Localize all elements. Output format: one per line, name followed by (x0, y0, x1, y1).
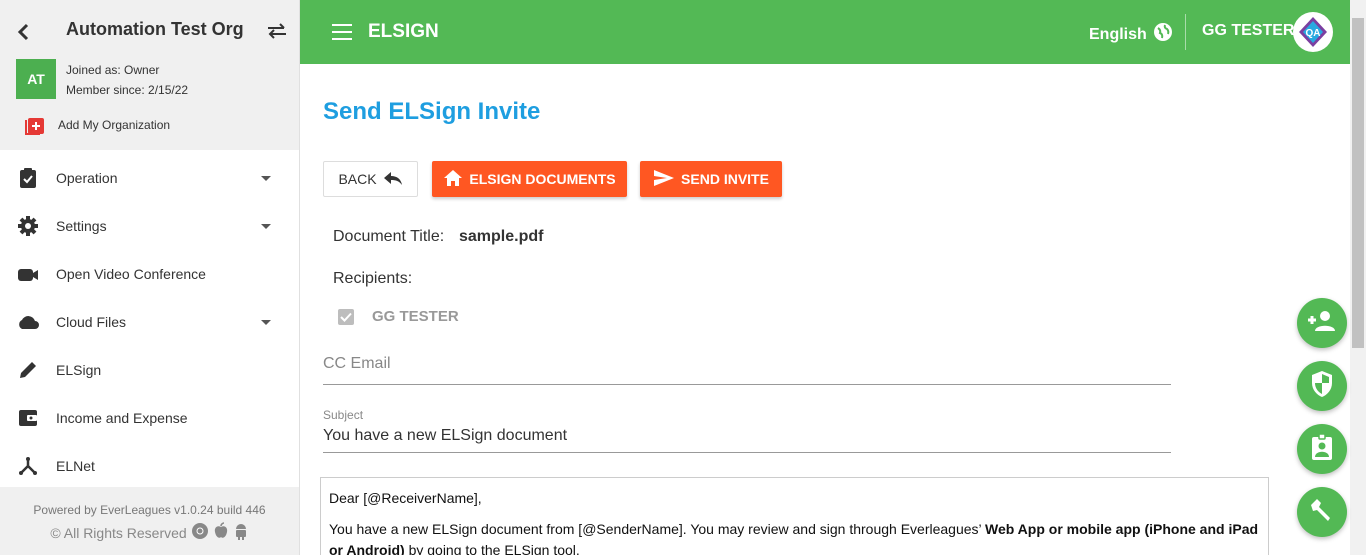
wrench-icon (1308, 496, 1336, 529)
app-title: ELSIGN (368, 21, 439, 42)
sidebar-item-cloud-files[interactable]: Cloud Files (0, 298, 299, 346)
document-title-value: sample.pdf (459, 228, 544, 245)
joined-as-text: Joined as: Owner (66, 63, 160, 77)
sidebar-item-label: ELSign (56, 362, 102, 378)
top-bar: ELSIGN English GG TESTER QA (300, 0, 1350, 64)
add-box-icon (24, 114, 46, 136)
android-icon[interactable] (233, 522, 249, 543)
apple-icon[interactable] (213, 522, 229, 543)
document-title-label: Document Title: (333, 228, 445, 245)
scrollbar-thumb[interactable] (1352, 18, 1364, 348)
recipients-label: Recipients: (333, 270, 413, 287)
language-label: English (1089, 25, 1147, 43)
rights-row: © All Rights Reserved (0, 522, 299, 543)
cc-email-field[interactable] (323, 355, 1171, 385)
sidebar-item-label: Settings (56, 218, 107, 234)
back-button-label: BACK (338, 171, 377, 187)
send-invite-button[interactable]: SEND INVITE (640, 161, 782, 197)
body-text-end: by going to the ELSign tool. (404, 542, 580, 555)
add-organization-label: Add My Organization (58, 118, 171, 132)
chrome-icon[interactable] (191, 522, 209, 543)
chevron-down-icon (261, 320, 271, 325)
sidebar-item-income-expense[interactable]: Income and Expense (0, 394, 299, 442)
subject-field[interactable]: You have a new ELSign document (323, 427, 1171, 453)
hamburger-menu-icon[interactable] (332, 24, 352, 40)
sidebar-item-operation[interactable]: Operation (0, 154, 299, 202)
elsign-documents-button[interactable]: ELSIGN DOCUMENTS (432, 161, 627, 197)
sidebar-item-label: Operation (56, 170, 118, 186)
member-since-text: Member since: 2/15/22 (66, 83, 189, 97)
user-avatar[interactable]: QA (1293, 12, 1333, 52)
page-title: Send ELSign Invite (323, 98, 541, 125)
recipient-checkbox[interactable] (338, 309, 354, 325)
org-header: Automation Test Org AT Joined as: Owner … (0, 0, 299, 150)
sidebar-item-label: Income and Expense (56, 410, 188, 426)
org-avatar: AT (16, 59, 56, 99)
language-selector[interactable]: English (1089, 22, 1173, 47)
sidebar-menu: Operation Settings Open Video Conference (0, 154, 299, 490)
globe-icon (1153, 22, 1173, 47)
sidebar-footer: Powered by EverLeagues v1.0.24 build 446… (0, 487, 299, 555)
home-icon (443, 169, 463, 190)
reply-arrow-icon (383, 170, 403, 189)
sidebar: Automation Test Org AT Joined as: Owner … (0, 0, 300, 555)
switch-org-icon[interactable] (266, 20, 288, 42)
recipient-name: GG TESTER (372, 308, 459, 325)
sidebar-item-label: Open Video Conference (56, 266, 206, 282)
send-invite-label: SEND INVITE (681, 171, 769, 187)
add-person-icon (1307, 309, 1337, 338)
tools-fab[interactable] (1297, 487, 1347, 537)
shield-icon (1310, 370, 1334, 403)
body-text-start: You have a new ELSign document from [@Se… (329, 521, 986, 537)
avatar-text: QA (1306, 28, 1321, 39)
message-body-editor[interactable]: Dear [@ReceiverName], You have a new ELS… (320, 477, 1269, 555)
sidebar-item-label: Cloud Files (56, 314, 127, 330)
subject-label: Subject (323, 408, 364, 422)
body-greeting: Dear [@ReceiverName], (329, 490, 482, 506)
add-organization-button[interactable]: Add My Organization (24, 114, 170, 136)
sidebar-item-video-conference[interactable]: Open Video Conference (0, 250, 299, 298)
add-contact-fab[interactable] (1297, 298, 1347, 348)
contact-card-fab[interactable] (1297, 424, 1347, 474)
cloud-icon (16, 310, 40, 334)
sidebar-item-settings[interactable]: Settings (0, 202, 299, 250)
sidebar-item-elnet[interactable]: ELNet (0, 442, 299, 490)
back-button[interactable]: BACK (323, 161, 418, 197)
wallet-icon (16, 406, 40, 430)
app-root: Automation Test Org AT Joined as: Owner … (0, 0, 1366, 555)
sidebar-item-label: ELNet (56, 458, 95, 474)
org-name: Automation Test Org (66, 19, 244, 39)
body-paragraph: You have a new ELSign document from [@Se… (329, 519, 1260, 555)
send-icon (653, 169, 675, 190)
network-icon (16, 454, 40, 478)
back-arrow-icon[interactable] (12, 20, 34, 44)
chevron-down-icon (261, 176, 271, 181)
subject-input[interactable]: You have a new ELSign document (323, 427, 1171, 445)
topbar-divider (1185, 14, 1186, 50)
sidebar-item-elsign[interactable]: ELSign (0, 346, 299, 394)
id-badge-icon (1310, 432, 1334, 466)
video-camera-icon (16, 262, 40, 286)
security-fab[interactable] (1297, 361, 1347, 411)
chevron-down-icon (261, 224, 271, 229)
user-name[interactable]: GG TESTER (1202, 22, 1294, 40)
gear-icon (16, 214, 40, 238)
elsign-documents-label: ELSIGN DOCUMENTS (469, 171, 616, 187)
cc-email-input[interactable] (323, 355, 1171, 373)
rights-text: © All Rights Reserved (50, 524, 187, 541)
pencil-icon (16, 358, 40, 382)
clipboard-check-icon (16, 166, 40, 190)
powered-by-text: Powered by EverLeagues v1.0.24 build 446 (33, 503, 266, 517)
